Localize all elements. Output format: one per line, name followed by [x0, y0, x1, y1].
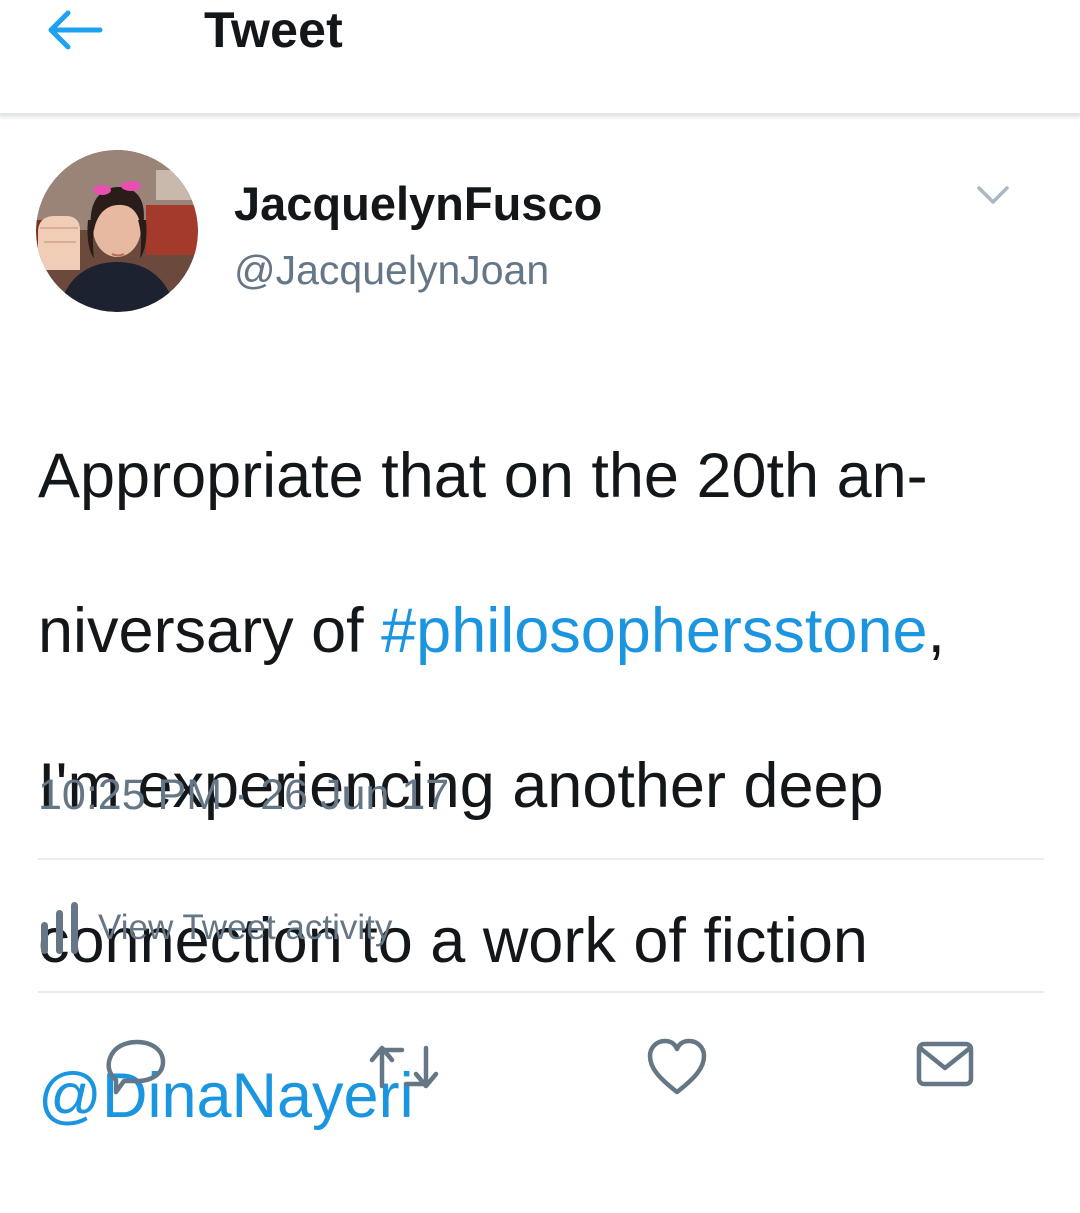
- mention-link[interactable]: @DinaNayeri: [38, 1061, 414, 1131]
- tweet-text-segment: ,: [927, 595, 946, 666]
- avatar[interactable]: [36, 150, 198, 312]
- tweet-menu-button[interactable]: [968, 178, 1018, 212]
- tweet-text-line: @DinaNayeri: [38, 1058, 1058, 1136]
- arrow-left-icon: [48, 10, 103, 50]
- tweet-text-segment: Appropriate that on the 20th an-: [38, 440, 928, 511]
- reply-button[interactable]: [104, 1036, 168, 1096]
- author-display-name[interactable]: JacquelynFusco: [234, 176, 602, 232]
- top-bar: Tweet: [0, 0, 1080, 116]
- direct-message-button[interactable]: [913, 1036, 977, 1096]
- divider: [38, 991, 1044, 993]
- hashtag-link[interactable]: #philosophersstone: [381, 596, 927, 666]
- page-title: Tweet: [204, 2, 343, 58]
- back-button[interactable]: [44, 8, 106, 52]
- tweet-text-line: niversary of #philosophersstone,: [38, 593, 1058, 671]
- author-handle[interactable]: @JacquelynJoan: [234, 244, 549, 296]
- chevron-down-icon: [977, 186, 1009, 204]
- retweet-button[interactable]: [368, 1036, 439, 1096]
- tweet-text-line: Appropriate that on the 20th an-: [38, 438, 1058, 516]
- view-tweet-activity-button[interactable]: View Tweet activity: [38, 896, 392, 960]
- bar-chart-icon: [41, 902, 78, 954]
- profile-photo: [36, 150, 198, 312]
- tweet-text-segment: niversary of: [38, 595, 382, 666]
- view-tweet-activity-label: View Tweet activity: [98, 908, 393, 947]
- heart-icon: [647, 1038, 707, 1095]
- retweet-arrows-icon: [369, 1045, 439, 1089]
- speech-bubble-icon: [106, 1039, 166, 1095]
- like-button[interactable]: [645, 1036, 709, 1096]
- envelope-icon: [916, 1041, 974, 1087]
- tweet-timestamp: 10:25 PM · 26 Jun 17: [38, 771, 450, 819]
- divider: [38, 858, 1044, 860]
